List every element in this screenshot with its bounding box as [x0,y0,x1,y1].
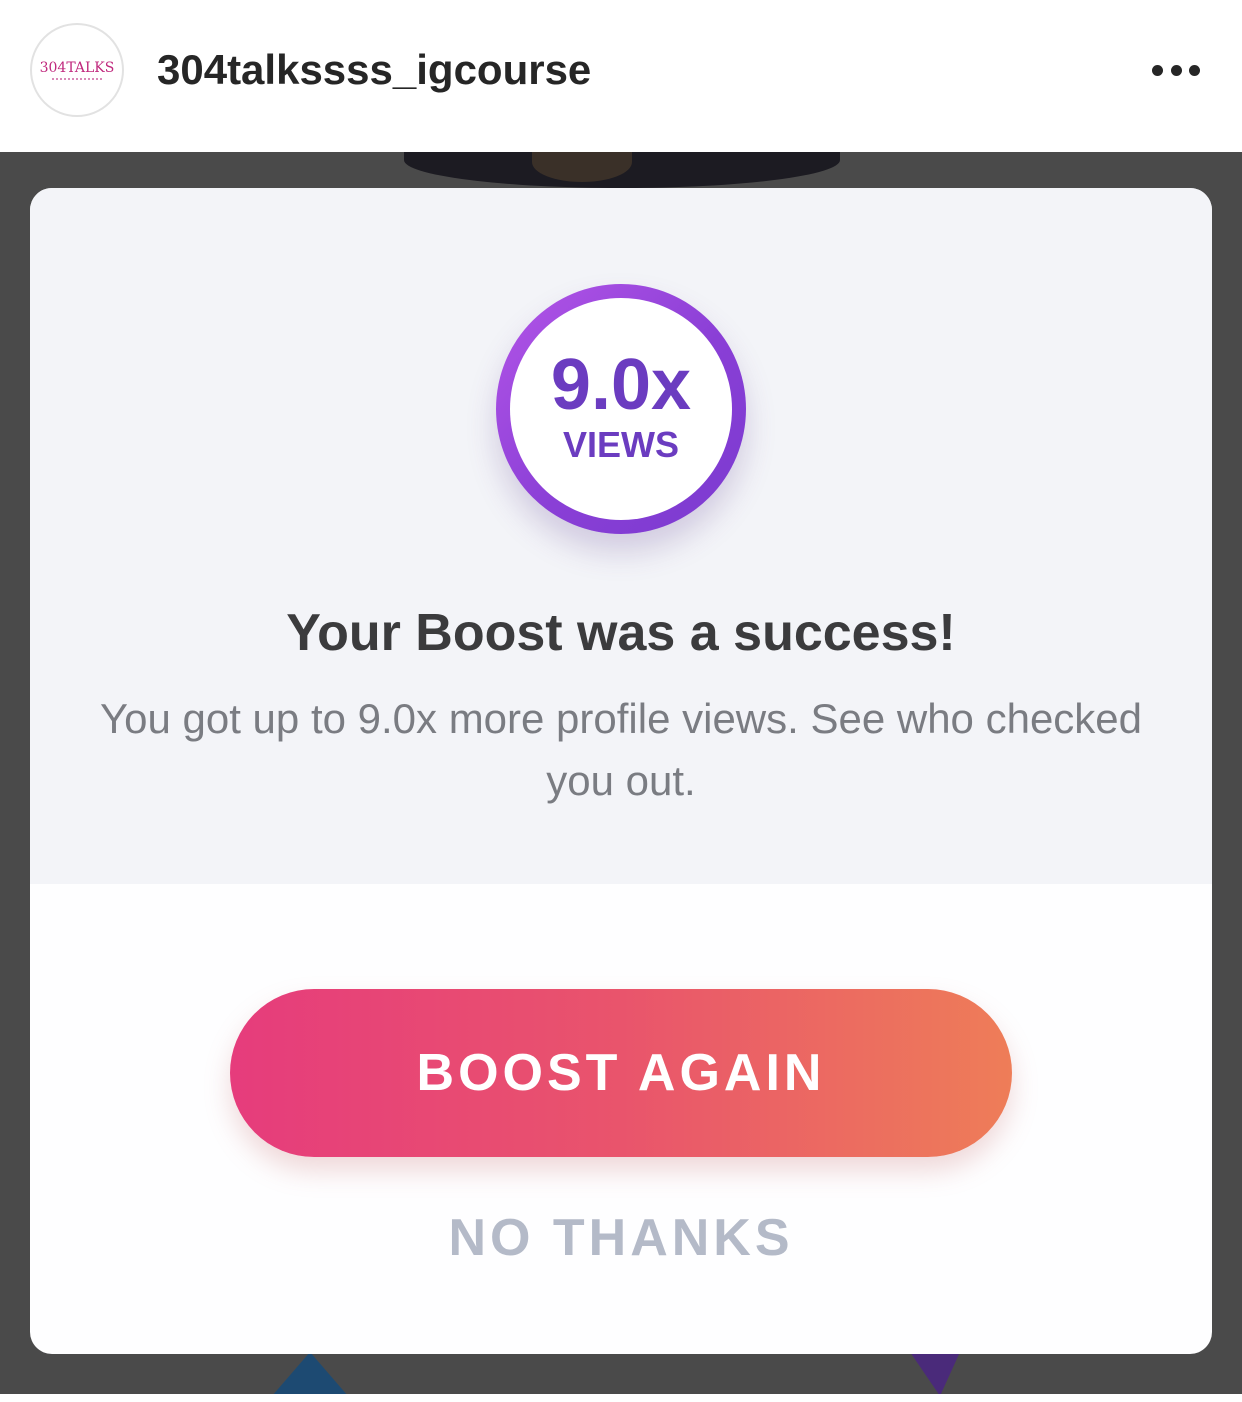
instagram-post: 304TALKS 304talkssss_igcourse 9.0x VIEWS… [0,0,1242,1402]
photo-background-floor [0,1352,1242,1394]
boost-again-button[interactable]: BOOST AGAIN [230,989,1012,1157]
photo-decoration-star [272,1352,348,1394]
modal-title: Your Boost was a success! [286,604,956,662]
post-header: 304TALKS 304talkssss_igcourse [0,0,1242,152]
bottom-divider [0,1394,1242,1402]
badge-value: 9.0x [550,345,692,425]
boost-success-modal: 9.0x VIEWS Your Boost was a success! You… [30,188,1212,1354]
dot [1152,64,1163,76]
dot [1189,64,1200,76]
badge-inner: 9.0x VIEWS [510,298,732,520]
no-thanks-button[interactable]: NO THANKS [30,1206,1212,1270]
avatar-logo-text: 304TALKS [39,59,115,76]
views-multiplier-badge: 9.0x VIEWS [496,284,746,534]
modal-description: You got up to 9.0x more profile views. S… [99,695,1143,804]
dot [1170,64,1182,76]
avatar-logo-underline [52,77,102,80]
photo-decoration-star [910,1352,960,1394]
avatar[interactable]: 304TALKS [30,23,124,117]
username-link[interactable]: 304talkssss_igcourse [157,44,591,96]
badge-label: VIEWS [562,424,679,465]
more-horizontal-icon[interactable] [1152,60,1200,80]
